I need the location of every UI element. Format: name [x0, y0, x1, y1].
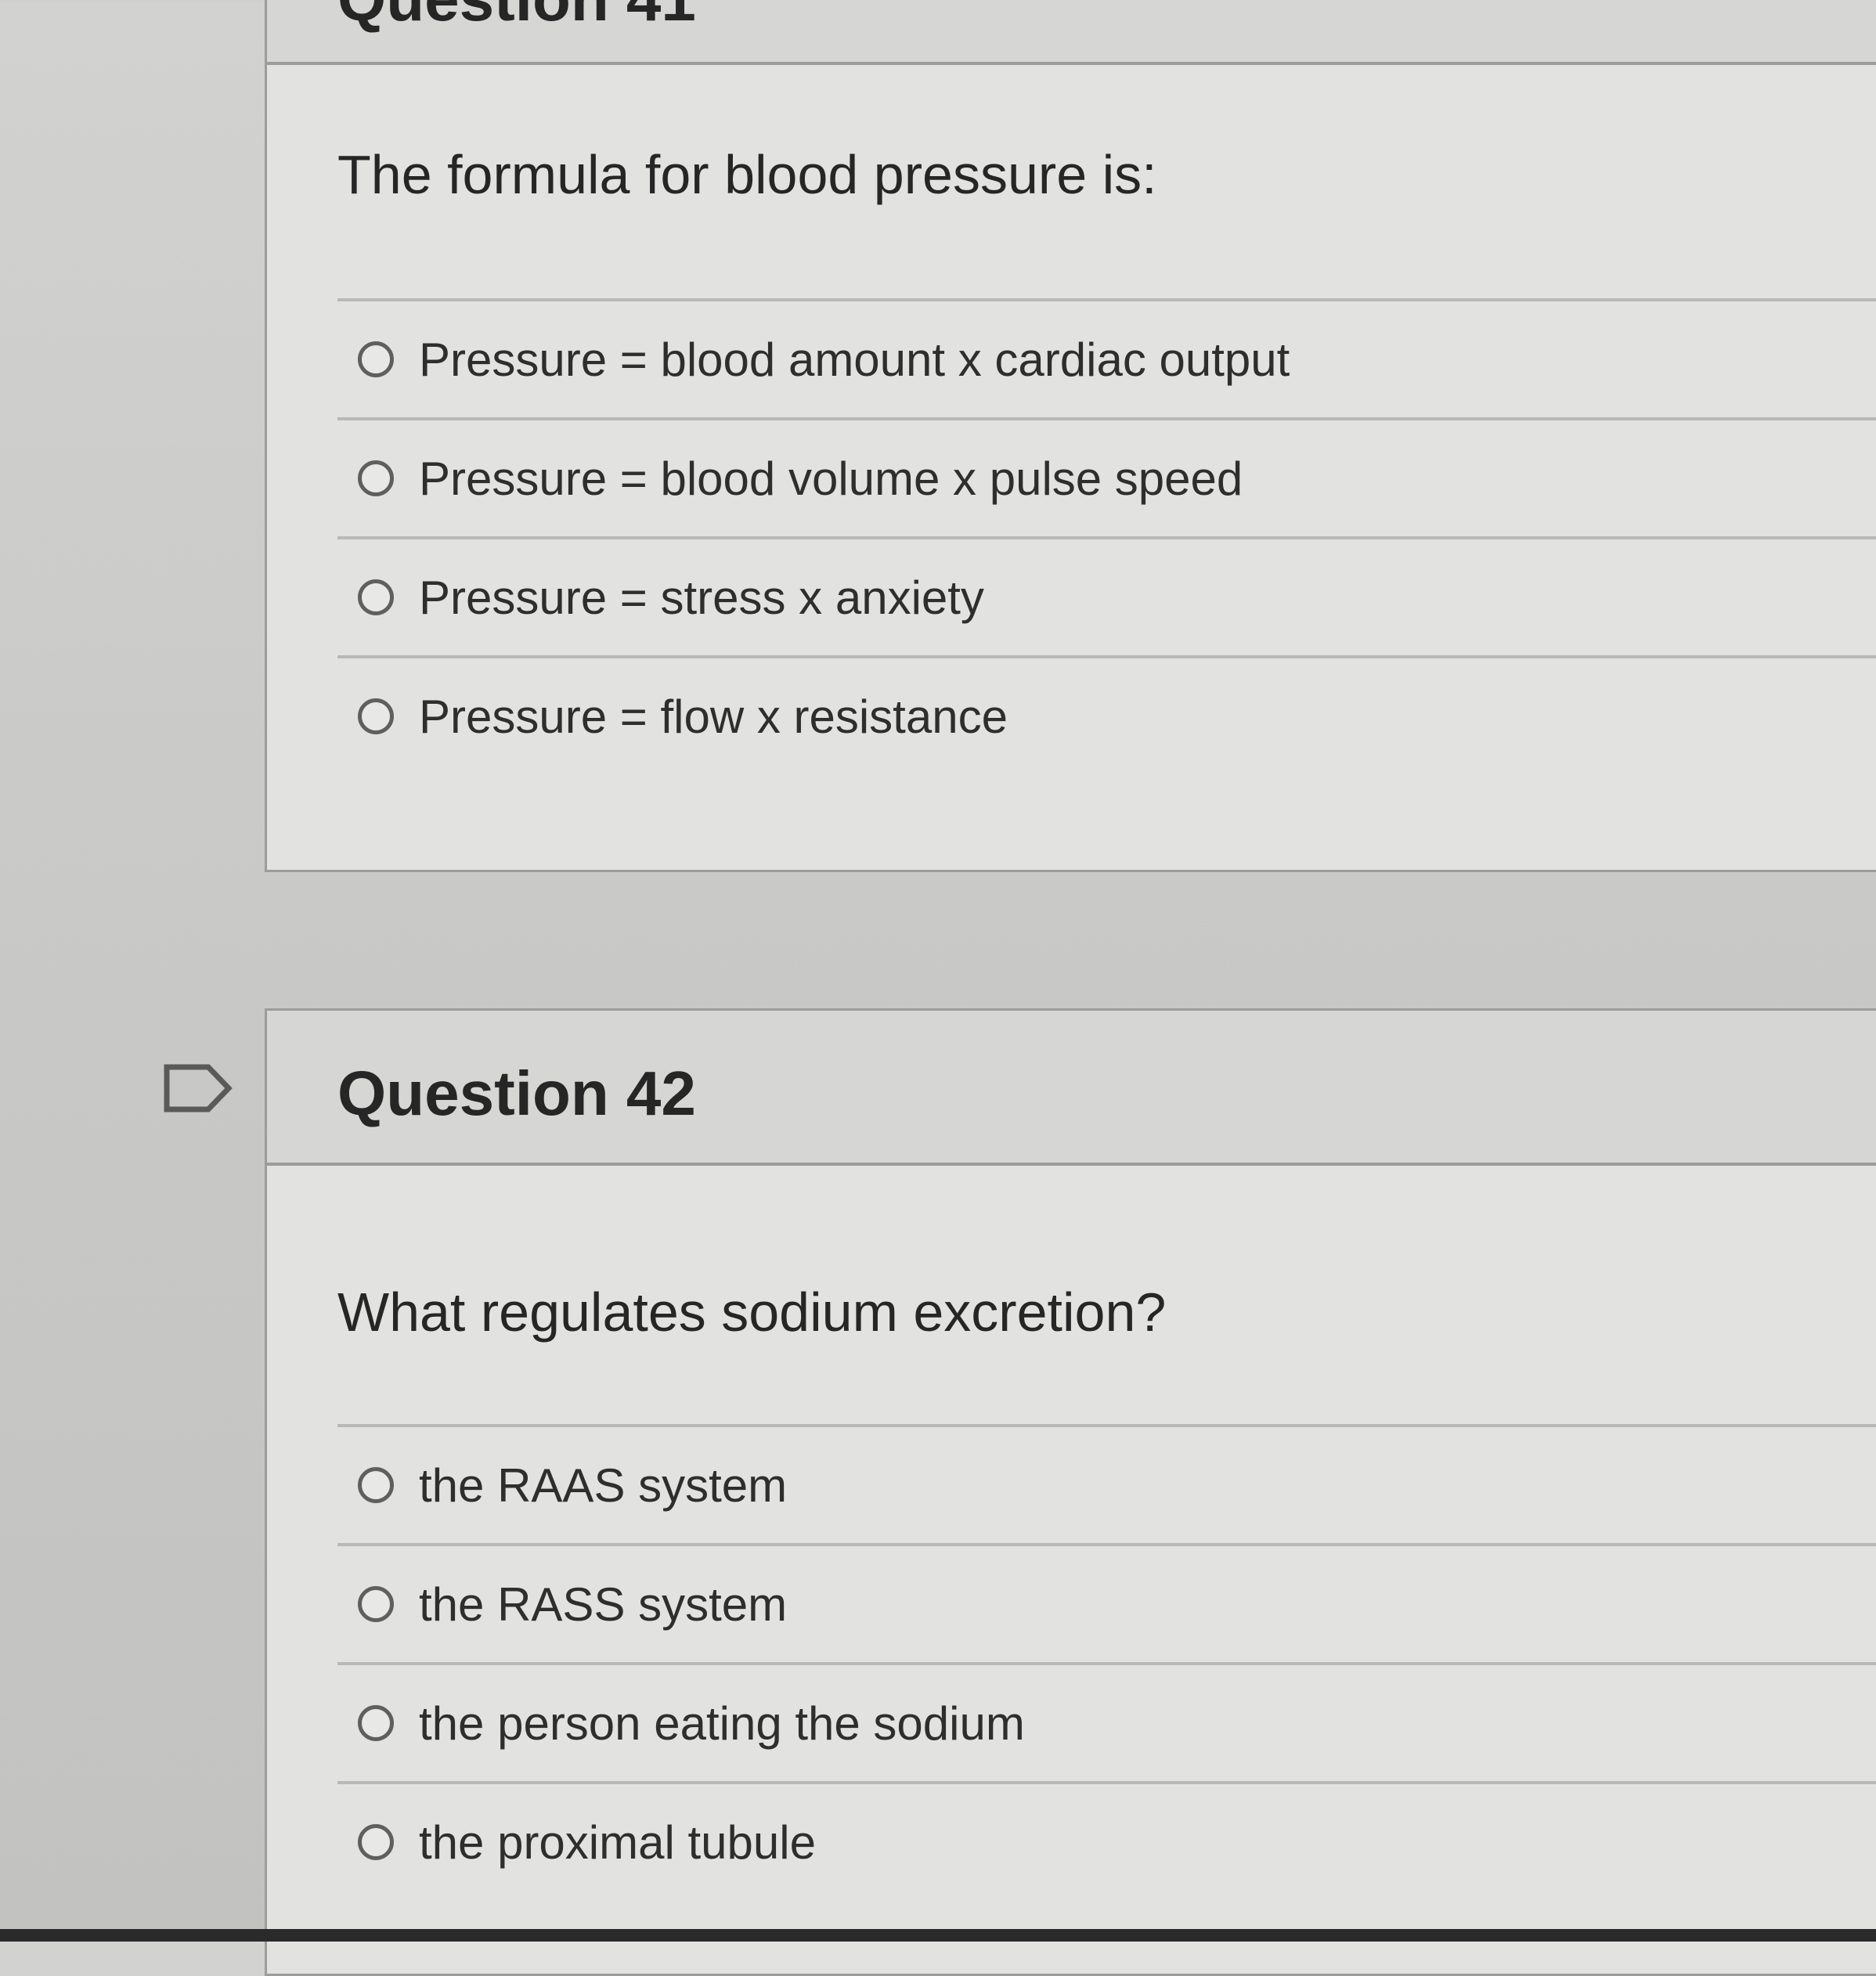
question-42-prompt: What regulates sodium excretion? [337, 1282, 1167, 1343]
question-41-answers: Pressure = blood amount x cardiac output… [337, 298, 1876, 774]
radio-unchecked-icon[interactable] [358, 460, 394, 496]
answer-label: Pressure = flow x resistance [419, 690, 1008, 743]
radio-unchecked-icon[interactable] [358, 1586, 394, 1622]
answer-label: Pressure = stress x anxiety [419, 571, 984, 624]
answer-option[interactable]: the RASS system [337, 1543, 1876, 1662]
question-42-card: Question 42 What regulates sodium excret… [265, 1008, 1876, 1976]
radio-unchecked-icon[interactable] [358, 1467, 394, 1503]
question-41-header: Question 41 [267, 0, 1876, 65]
answer-label: Pressure = blood volume x pulse speed [419, 452, 1243, 505]
flag-outline-icon[interactable] [163, 1063, 233, 1113]
answer-label: the RAAS system [419, 1459, 788, 1512]
question-42-answers: the RAAS system the RASS system the pers… [337, 1424, 1876, 1900]
radio-unchecked-icon[interactable] [358, 1824, 394, 1860]
answer-option[interactable]: the RAAS system [337, 1424, 1876, 1543]
screen-bottom-edge [0, 1929, 1876, 1942]
question-41-card: Question 41 The formula for blood pressu… [265, 0, 1876, 872]
radio-unchecked-icon[interactable] [358, 698, 394, 734]
answer-option[interactable]: Pressure = blood volume x pulse speed [337, 417, 1876, 536]
answer-label: the RASS system [419, 1578, 788, 1631]
question-41-prompt: The formula for blood pressure is: [337, 144, 1157, 205]
answer-option[interactable]: the person eating the sodium [337, 1662, 1876, 1781]
radio-unchecked-icon[interactable] [358, 341, 394, 377]
question-41-title: Question 41 [337, 0, 696, 35]
answer-label: the proximal tubule [419, 1816, 816, 1869]
answer-option[interactable]: Pressure = stress x anxiety [337, 536, 1876, 655]
answer-label: the person eating the sodium [419, 1697, 1025, 1750]
question-42-title: Question 42 [337, 1058, 696, 1128]
question-42-header: Question 42 [267, 1011, 1876, 1166]
answer-option[interactable]: the proximal tubule [337, 1781, 1876, 1900]
answer-label: Pressure = blood amount x cardiac output [419, 333, 1290, 386]
radio-unchecked-icon[interactable] [358, 579, 394, 615]
answer-option[interactable]: Pressure = flow x resistance [337, 655, 1876, 774]
answer-option[interactable]: Pressure = blood amount x cardiac output [337, 298, 1876, 417]
radio-unchecked-icon[interactable] [358, 1705, 394, 1741]
